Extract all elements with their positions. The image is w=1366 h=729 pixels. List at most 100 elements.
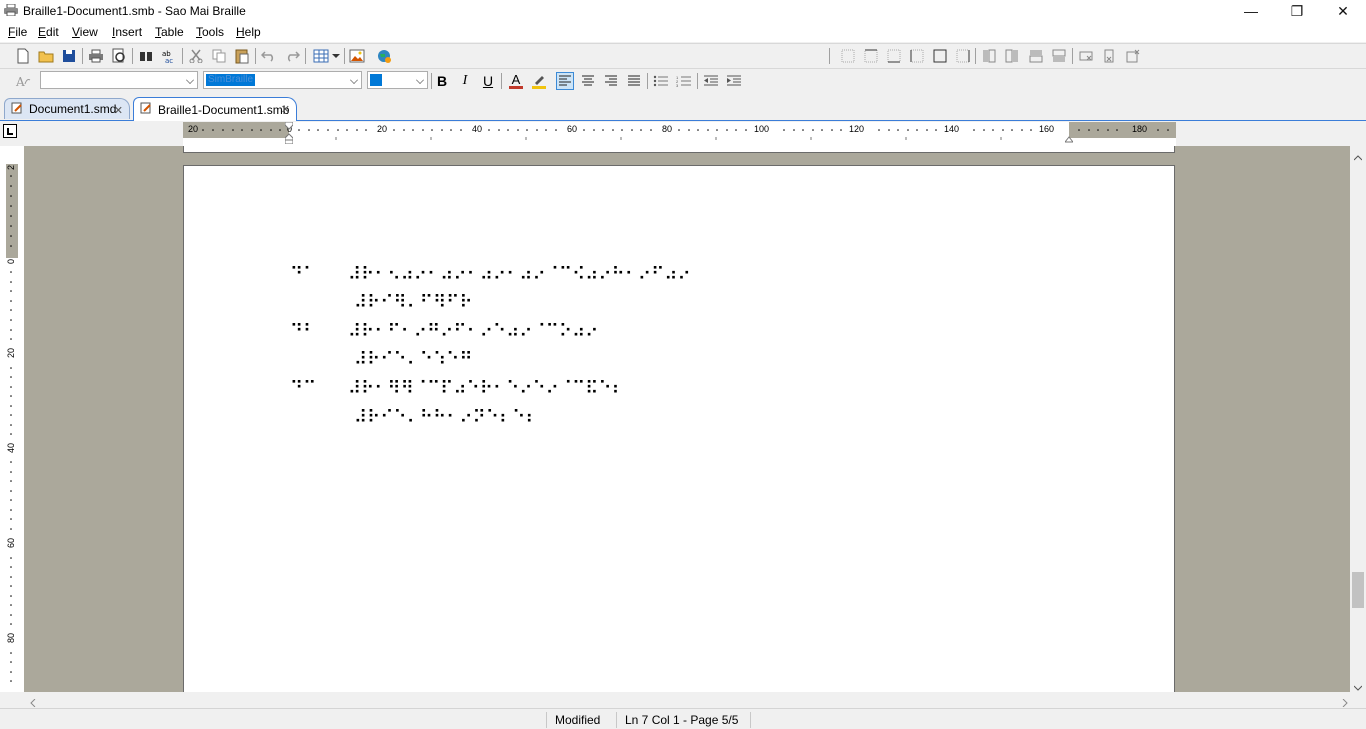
new-document-icon[interactable] (14, 47, 32, 65)
menu-insert[interactable]: Insert (112, 25, 142, 39)
italic-button[interactable]: I (456, 72, 474, 90)
braille-line[interactable]: ⠼⠗⠂⠻⠻⠈⠉⠏⠴⠑⠗⠂⠑⠔⠑⠔⠈⠉⠯⠑⠆ (348, 378, 625, 400)
braille-line[interactable]: ⠼⠗⠂⠢⠴⠔⠂⠴⠔⠂⠴⠔⠂⠴⠔⠈⠉⠪⠴⠔⠓⠂⠔⠋⠴⠔ (348, 264, 691, 286)
cut-icon[interactable] (187, 47, 205, 65)
delete-table-icon[interactable] (1124, 47, 1142, 65)
tab-stop-selector[interactable] (3, 124, 17, 138)
print-preview-icon[interactable] (110, 47, 128, 65)
highlight-pen-icon[interactable] (530, 72, 548, 90)
print-icon[interactable] (87, 47, 105, 65)
minimize-button[interactable]: — (1228, 0, 1274, 22)
window-title: Braille1-Document1.smb - Sao Mai Braille (23, 4, 246, 18)
underline-button[interactable]: U (479, 72, 497, 90)
replace-icon[interactable]: ab ac (160, 47, 178, 65)
justify-icon[interactable] (625, 72, 643, 90)
styles-icon[interactable]: A (14, 72, 32, 90)
insert-column-right-icon[interactable] (1003, 47, 1021, 65)
cursor-position-status: Ln 7 Col 1 - Page 5/5 (616, 712, 752, 728)
ruler-v-label: 2 (6, 164, 16, 170)
status-bar: Modified Ln 7 Col 1 - Page 5/5 (0, 708, 1366, 729)
ruler-v-label: 40 (6, 442, 16, 453)
bullet-list-icon[interactable] (652, 72, 670, 90)
ruler-label: 100 (754, 124, 770, 134)
braille-line[interactable]: ⠼⠗⠂⠋⠂⠔⠛⠔⠋⠂⠔⠑⠴⠔⠈⠉⠕⠴⠔ (348, 321, 599, 343)
delete-row-icon[interactable] (1077, 47, 1095, 65)
right-border-icon[interactable] (954, 47, 972, 65)
insert-image-icon[interactable] (348, 47, 366, 65)
vertical-scrollbar[interactable] (1350, 146, 1366, 692)
ruler-label: 160 (1039, 124, 1055, 134)
save-icon[interactable] (60, 47, 78, 65)
menu-help[interactable]: Help (236, 25, 261, 39)
menu-table[interactable]: Table (155, 25, 184, 39)
ruler-label: 80 (662, 124, 673, 134)
indent-marker[interactable] (284, 121, 294, 145)
braille-line[interactable]: ⠼⠗⠊⠻⠄⠋⠻⠋⠗ (354, 292, 473, 314)
current-page[interactable]: ⠙⠁ ⠼⠗⠂⠢⠴⠔⠂⠴⠔⠂⠴⠔⠂⠴⠔⠈⠉⠪⠴⠔⠓⠂⠔⠋⠴⠔ ⠼⠗⠊⠻⠄⠋⠻⠋⠗ … (183, 165, 1175, 692)
top-border-icon[interactable] (862, 47, 880, 65)
scrollbar-thumb[interactable] (1352, 572, 1364, 608)
tab-braille1-document1-smb[interactable]: Braille1-Document1.smb ✕ (133, 97, 297, 121)
vertical-ruler[interactable]: 2 0 20 40 60 80 (0, 146, 24, 692)
tab-document1-smd[interactable]: Document1.smd ✕ (4, 98, 130, 119)
horizontal-scrollbar[interactable] (24, 692, 1366, 708)
increase-indent-icon[interactable] (725, 72, 743, 90)
menu-file[interactable]: File (8, 25, 27, 39)
font-combo[interactable]: SimBraille (203, 71, 362, 89)
insert-row-above-icon[interactable] (1027, 47, 1045, 65)
right-indent-marker[interactable] (1063, 132, 1075, 143)
menu-tools[interactable]: Tools (196, 25, 224, 39)
ruler-ticks (202, 129, 1169, 140)
no-border-icon[interactable] (839, 47, 857, 65)
numbered-list-icon[interactable]: 123 (675, 72, 693, 90)
svg-text:3: 3 (676, 83, 679, 87)
ruler-v-label: 60 (6, 537, 16, 548)
menu-edit[interactable]: Edit (38, 25, 59, 39)
ruler-v-label: 0 (6, 258, 16, 264)
font-size-combo[interactable] (367, 71, 428, 89)
previous-page (183, 146, 1175, 153)
insert-column-left-icon[interactable] (980, 47, 998, 65)
table-dropdown-icon[interactable] (330, 47, 342, 65)
scroll-up-icon[interactable] (1353, 150, 1363, 164)
align-right-icon[interactable] (602, 72, 620, 90)
menu-view[interactable]: View (72, 25, 98, 39)
braille-line-number: ⠙⠃ (290, 321, 317, 342)
ruler-v-label: 20 (6, 347, 16, 358)
app-printer-icon (4, 3, 18, 17)
align-left-icon[interactable] (556, 72, 574, 90)
tab-close-icon[interactable]: ✕ (114, 104, 123, 117)
ruler-label: 120 (849, 124, 865, 134)
undo-icon[interactable] (260, 47, 278, 65)
close-button[interactable]: ✕ (1320, 0, 1366, 22)
ruler-label: 40 (472, 124, 483, 134)
maximize-button[interactable]: ❐ (1274, 0, 1320, 22)
braille-line[interactable]: ⠼⠗⠊⠑⠄⠓⠓⠂⠔⠝⠑⠆⠑⠆ (354, 407, 539, 429)
svg-text:ac: ac (165, 57, 173, 64)
braille-line-number: ⠙⠉ (290, 378, 317, 399)
copy-icon[interactable] (210, 47, 228, 65)
left-border-icon[interactable] (908, 47, 926, 65)
style-combo[interactable] (40, 71, 198, 89)
braille-line[interactable]: ⠼⠗⠊⠑⠄⠑⠱⠑⠛ (354, 349, 473, 371)
modified-status: Modified (546, 712, 608, 728)
redo-icon[interactable] (283, 47, 301, 65)
bottom-border-icon[interactable] (885, 47, 903, 65)
delete-column-icon[interactable] (1100, 47, 1118, 65)
outside-border-icon[interactable] (931, 47, 949, 65)
document-workspace[interactable]: ⠙⠁ ⠼⠗⠂⠢⠴⠔⠂⠴⠔⠂⠴⠔⠂⠴⠔⠈⠉⠪⠴⠔⠓⠂⠔⠋⠴⠔ ⠼⠗⠊⠻⠄⠋⠻⠋⠗ … (24, 146, 1350, 692)
align-center-icon[interactable] (579, 72, 597, 90)
open-folder-icon[interactable] (37, 47, 55, 65)
decrease-indent-icon[interactable] (702, 72, 720, 90)
tab-close-icon[interactable]: ✕ (281, 103, 290, 116)
bold-button[interactable]: B (433, 72, 451, 90)
paste-icon[interactable] (233, 47, 251, 65)
ruler-label: 20 (377, 124, 388, 134)
title-bar: Braille1-Document1.smb - Sao Mai Braille… (0, 0, 1366, 22)
web-globe-icon[interactable] (375, 47, 393, 65)
horizontal-ruler[interactable]: 20 0 20 40 60 80 100 120 140 160 180 (183, 121, 1176, 146)
insert-table-icon[interactable] (312, 47, 330, 65)
insert-row-below-icon[interactable] (1050, 47, 1068, 65)
font-color-button[interactable]: A (507, 72, 525, 90)
find-icon[interactable] (137, 47, 155, 65)
